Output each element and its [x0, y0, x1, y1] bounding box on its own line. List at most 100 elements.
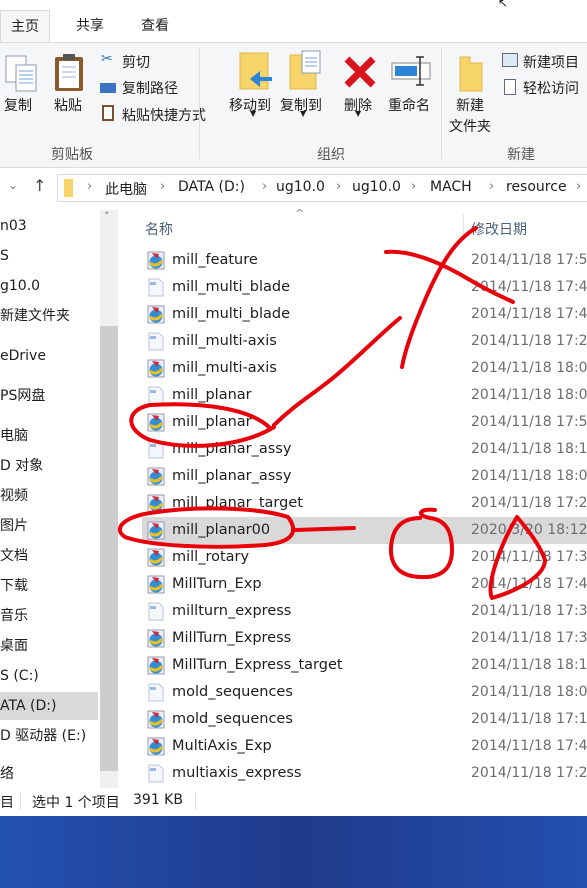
nav-item[interactable]: ATA (D:): [0, 692, 98, 720]
nav-item[interactable]: PS网盘: [0, 382, 98, 410]
nav-item[interactable]: 下载: [0, 572, 98, 600]
file-date-modified: 2014/11/18 18:0: [471, 360, 587, 376]
file-row[interactable]: mill_planar_target 2014/11/18 17:2: [142, 490, 587, 517]
nav-item[interactable]: n03: [0, 212, 98, 240]
ug-part-icon: [147, 521, 165, 540]
ug-part-icon: [147, 494, 165, 513]
file-date-modified: 2014/11/18 17:2: [471, 765, 587, 781]
file-date-modified: 2014/11/18 17:2: [471, 333, 587, 349]
scroll-up-icon[interactable]: ˄: [104, 210, 110, 223]
ug-part-icon: [147, 413, 165, 432]
document-icon: [148, 332, 164, 351]
file-name: mill_planar00: [172, 522, 271, 538]
file-row[interactable]: mill_planar 2014/11/18 18:0: [142, 382, 587, 409]
file-row[interactable]: MillTurn_Express 2014/11/18 17:3: [142, 625, 587, 652]
file-row[interactable]: millturn_express 2014/11/18 17:3: [142, 598, 587, 625]
file-row[interactable]: MultiAxis_Exp 2014/11/18 17:4: [142, 733, 587, 760]
status-bar: 目 选中 1 个项目 391 KB: [0, 788, 587, 816]
nav-item[interactable]: 文档: [0, 542, 98, 570]
rename-label: 重命名: [388, 98, 430, 114]
file-row[interactable]: mold_sequences 2014/11/18 17:1: [142, 706, 587, 733]
address-bar[interactable]: › 此电脑 › DATA (D:) › ug10.0 › ug10.0 › MA…: [57, 174, 587, 202]
breadcrumb-ug10[interactable]: ug10.0: [276, 179, 325, 195]
file-date-modified: 2014/11/18 17:3: [471, 603, 587, 619]
group-divider: [441, 47, 442, 159]
chevron-right-icon: ›: [336, 179, 342, 194]
nav-item[interactable]: D 驱动器 (E:): [0, 722, 98, 750]
document-icon: [148, 440, 164, 459]
cut-label: 剪切: [122, 55, 150, 71]
file-row[interactable]: mill_planar_assy 2014/11/18 18:0: [142, 463, 587, 490]
column-divider[interactable]: [463, 214, 464, 238]
file-row[interactable]: mill_multi_blade 2014/11/18 17:4: [142, 274, 587, 301]
breadcrumb-resource[interactable]: resource: [506, 179, 567, 195]
nav-item[interactable]: 桌面: [0, 632, 98, 660]
nav-item[interactable]: 络: [0, 760, 98, 788]
document-icon: [148, 278, 164, 297]
file-name: mill_planar: [172, 414, 252, 430]
breadcrumb-data-d[interactable]: DATA (D:): [178, 179, 245, 195]
nav-item[interactable]: D 对象: [0, 452, 98, 480]
breadcrumb-mach[interactable]: MACH: [430, 179, 472, 195]
file-row[interactable]: mill_planar_assy 2014/11/18 18:1: [142, 436, 587, 463]
file-row[interactable]: multiaxis_express 2014/11/18 17:2: [142, 760, 587, 787]
ug-part-icon: [147, 710, 165, 729]
file-row[interactable]: mill_rotary 2014/11/18 17:3: [142, 544, 587, 571]
file-row[interactable]: MillTurn_Exp 2014/11/18 17:4: [142, 571, 587, 598]
up-arrow-icon[interactable]: ↑: [33, 176, 46, 195]
breadcrumb-ug10-sub[interactable]: ug10.0: [352, 179, 401, 195]
status-divider: [195, 792, 196, 810]
tab-share[interactable]: 共享: [66, 10, 114, 42]
new-folder-label-2: 文件夹: [449, 119, 491, 135]
nav-item[interactable]: S (C:): [0, 662, 98, 690]
nav-scrollbar-thumb[interactable]: [100, 326, 118, 771]
group-label-clipboard: 剪贴板: [51, 147, 93, 163]
new-folder-label-1: 新建: [456, 98, 484, 114]
nav-item[interactable]: g10.0: [0, 272, 98, 300]
rename-icon: [391, 56, 431, 86]
chevron-down-icon: ▼: [250, 109, 257, 118]
paste-icon: [55, 54, 83, 91]
nav-item[interactable]: 图片: [0, 512, 98, 540]
recent-locations-chevron-icon[interactable]: ⌄: [8, 178, 18, 192]
nav-item[interactable]: 新建文件夹: [0, 302, 98, 330]
file-row[interactable]: mill_planar00 2020/3/20 18:12: [142, 517, 587, 544]
nav-item[interactable]: 音乐: [0, 602, 98, 630]
file-row[interactable]: mill_feature 2014/11/18 17:5: [142, 247, 587, 274]
nav-item[interactable]: eDrive: [0, 342, 98, 370]
ribbon: 复制 粘贴 ✂ 剪切 复制路径 粘贴快捷方式 剪贴板 移动到 ▼ 复制到 ▼ 删…: [0, 42, 587, 168]
file-row[interactable]: mill_multi-axis 2014/11/18 17:2: [142, 328, 587, 355]
nav-item[interactable]: 视频: [0, 482, 98, 510]
nav-item[interactable]: S: [0, 242, 98, 270]
file-name: mill_feature: [172, 252, 258, 268]
copy-path-icon: [100, 83, 116, 93]
file-name: mill_planar_target: [172, 495, 303, 511]
file-name: mill_multi_blade: [172, 279, 291, 295]
chevron-right-icon: ›: [489, 179, 495, 194]
selection-size: 391 KB: [133, 792, 183, 808]
file-date-modified: 2014/11/18 17:4: [471, 576, 587, 592]
move-to-folder-icon: [239, 52, 272, 90]
file-date-modified: 2020/3/20 18:12: [471, 522, 587, 538]
file-row[interactable]: MillTurn_Express_target 2014/11/18 18:1: [142, 652, 587, 679]
document-icon: [148, 386, 164, 405]
tab-home[interactable]: 主页: [0, 10, 50, 42]
nav-item[interactable]: 电脑: [0, 422, 98, 450]
status-divider: [20, 792, 21, 810]
column-name[interactable]: 名称: [145, 219, 173, 239]
chevron-right-icon: ›: [160, 179, 166, 194]
column-header: 名称 ^ 修改日期: [130, 207, 587, 242]
desktop-background: [0, 816, 587, 888]
file-row[interactable]: mill_multi_blade 2014/11/18 17:4: [142, 301, 587, 328]
breadcrumb-this-pc[interactable]: 此电脑: [105, 179, 147, 199]
tab-view[interactable]: 查看: [131, 10, 179, 42]
file-name: mill_multi-axis: [172, 333, 277, 349]
file-date-modified: 2014/11/18 18:0: [471, 387, 587, 403]
file-name: mold_sequences: [172, 684, 293, 700]
ug-part-icon: [147, 656, 165, 675]
column-date-modified[interactable]: 修改日期: [471, 219, 527, 239]
document-icon: [148, 602, 164, 621]
file-row[interactable]: mold_sequences 2014/11/18 18:0: [142, 679, 587, 706]
file-row[interactable]: mill_multi-axis 2014/11/18 18:0: [142, 355, 587, 382]
file-row[interactable]: mill_planar 2014/11/18 17:5: [142, 409, 587, 436]
